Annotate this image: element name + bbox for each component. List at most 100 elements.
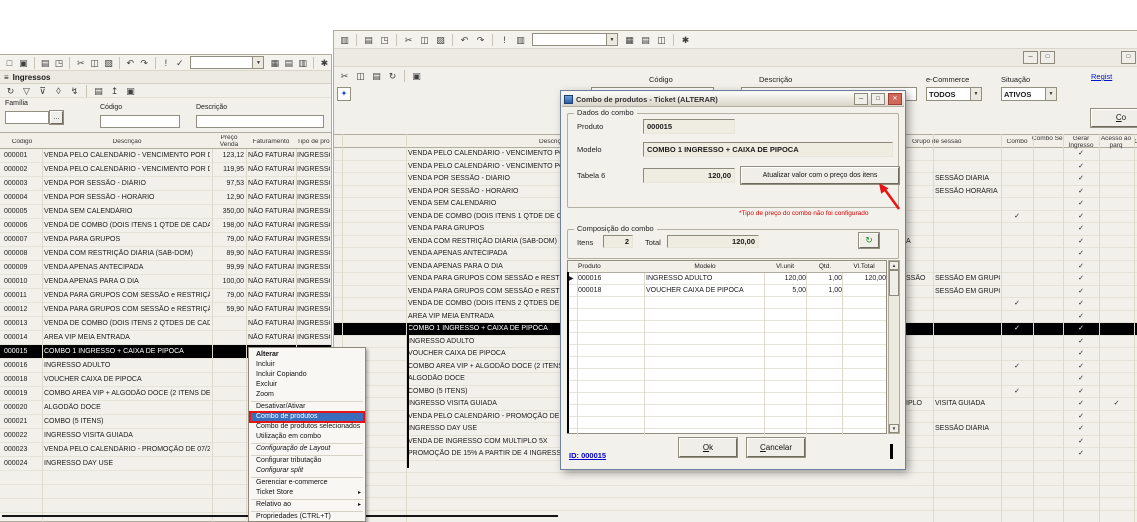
product-row[interactable]: 000004VENDA POR SESSÃO - HORÁRIO12,90NÃO… — [0, 191, 331, 205]
descricao-input[interactable] — [196, 115, 324, 128]
print-icon[interactable]: ▤ — [361, 33, 376, 47]
product-row[interactable]: 000009VENDA APENAS ANTECIPADA99,99NÃO FA… — [0, 261, 331, 275]
restore-icon[interactable]: □ — [1040, 51, 1055, 64]
form-view-icon[interactable]: ▥ — [337, 33, 352, 47]
column-header-combo[interactable]: Combo — [1001, 139, 1033, 146]
record-id-link[interactable]: ID: 000015 — [569, 451, 606, 460]
familia-input[interactable] — [5, 111, 49, 124]
settings-icon[interactable]: ✱ — [678, 33, 693, 47]
refresh-icon[interactable]: ↻ — [385, 69, 400, 83]
grid-view-icon[interactable]: ▦ — [622, 33, 637, 47]
situacao-select[interactable]: ATIVOS ▼ — [1001, 87, 1057, 101]
new-icon[interactable]: □ — [3, 56, 16, 70]
undo-icon[interactable]: ↶ — [124, 56, 137, 70]
menu-item[interactable]: Configuração de Layout — [249, 444, 365, 454]
menu-item[interactable]: Relativo ao▸ — [249, 500, 365, 510]
column-header-qtd[interactable]: Qtd. — [808, 263, 842, 270]
cut-icon[interactable]: ✂ — [337, 69, 352, 83]
menu-item[interactable]: Propriedades (CTRL+T) — [249, 512, 365, 522]
copy-icon[interactable]: ◫ — [353, 69, 368, 83]
erase-icon[interactable]: ◊ — [51, 84, 66, 98]
column-header-combo-sel[interactable]: Combo Sel — [1031, 136, 1065, 143]
recalculate-icon[interactable]: ↻ — [859, 233, 879, 248]
update-price-button[interactable]: Atualizar valor com o preço dos itens — [741, 167, 899, 184]
shortcut-icon[interactable]: ✦ — [337, 87, 351, 101]
product-row[interactable]: 000014AREA VIP MEIA ENTRADANÃO FATURARIN… — [0, 331, 331, 345]
ok-button[interactable]: Ok — [679, 438, 737, 457]
product-row[interactable]: 000008VENDA COM RESTRIÇÃO DIÁRIA (SAB-DO… — [0, 247, 331, 261]
toolbar-combobox[interactable]: ▼ — [532, 33, 618, 46]
filter-icon[interactable]: ▽ — [19, 84, 34, 98]
column-header-cut[interactable]: C — [1133, 139, 1137, 146]
restore-icon[interactable]: □ — [1121, 51, 1136, 64]
produto-value[interactable]: 000015 — [643, 119, 735, 134]
menu-item[interactable]: Ticket Store▸ — [249, 488, 365, 498]
print-icon[interactable]: ▤ — [91, 84, 106, 98]
redo-icon[interactable]: ↷ — [138, 56, 151, 70]
column-header-faturamento[interactable]: Faturamento — [248, 139, 294, 146]
grid-view-icon[interactable]: ▦ — [268, 56, 281, 70]
list-view-icon[interactable]: ▤ — [638, 33, 653, 47]
column-header-descricao[interactable]: Descrição — [42, 139, 212, 146]
menu-item[interactable]: Combo de produtos — [249, 412, 365, 422]
cut-icon[interactable]: ✂ — [74, 56, 87, 70]
copy-icon[interactable]: ◫ — [417, 33, 432, 47]
refresh-icon[interactable]: ↻ — [3, 84, 18, 98]
cut-icon[interactable]: ✂ — [401, 33, 416, 47]
modelo-value[interactable]: COMBO 1 INGRESSO + CAIXA DE PIPOCA — [643, 142, 893, 157]
column-header-modelo[interactable]: Modelo — [646, 263, 764, 270]
cancel-button[interactable]: Cancelar — [747, 438, 805, 457]
close-icon[interactable]: ✕ — [888, 93, 902, 105]
split-view-icon[interactable]: ◫ — [654, 33, 669, 47]
codigo-input[interactable] — [100, 115, 180, 128]
product-row[interactable]: 000010VENDA APENAS PARA O DIA100,00NÃO F… — [0, 275, 331, 289]
product-row[interactable]: 000006VENDA DE COMBO (DOIS ITENS 1 QTDE … — [0, 219, 331, 233]
menu-item[interactable]: Alterar — [249, 350, 365, 360]
print-preview-icon[interactable]: ◳ — [377, 33, 392, 47]
product-row[interactable]: 000013VENDA DE COMBO (DOIS ITENS 2 QTDES… — [0, 317, 331, 331]
familia-lookup-button[interactable]: … — [50, 111, 63, 124]
filter-clear-icon[interactable]: ⊽ — [35, 84, 50, 98]
toolbar-combobox[interactable]: ▼ — [190, 56, 264, 69]
scrollbar-thumb[interactable] — [889, 270, 899, 296]
menu-item[interactable]: Incluir — [249, 360, 365, 370]
paste-icon[interactable]: ▨ — [433, 33, 448, 47]
dialog-title-bar[interactable]: Combo de produtos - Ticket (ALTERAR) ─ □… — [562, 92, 904, 107]
column-header-vltotal[interactable]: Vl.Total — [842, 263, 886, 270]
save-icon[interactable]: ▣ — [17, 56, 30, 70]
product-row[interactable]: 000002VENDA PELO CALENDÁRIO - VENCIMENTO… — [0, 163, 331, 177]
minimize-icon[interactable]: ─ — [1023, 51, 1038, 64]
product-row[interactable]: 000012VENDA PARA GRUPOS COM SESSÃO e RES… — [0, 303, 331, 317]
product-row[interactable]: 000001VENDA PELO CALENDÁRIO - VENCIMENTO… — [0, 149, 331, 163]
chevron-down-icon[interactable]: ▼ — [1045, 88, 1056, 100]
menu-item[interactable]: Configurar tributação — [249, 456, 365, 466]
ecommerce-select[interactable]: TODOS ▼ — [926, 87, 982, 101]
column-header-tipo[interactable]: Tipo de pro — [297, 139, 331, 146]
column-header-vlunit[interactable]: Vl.unit — [764, 263, 806, 270]
paste-icon[interactable]: ▨ — [102, 56, 115, 70]
minimize-icon[interactable]: ─ — [854, 93, 868, 105]
menu-item[interactable]: Combo de produtos selecionados — [249, 422, 365, 432]
undo-icon[interactable]: ↶ — [457, 33, 472, 47]
column-header-grupo-sessao[interactable]: Grupo de sessão — [912, 139, 1002, 146]
menu-item[interactable]: Excluir — [249, 380, 365, 390]
save-icon[interactable]: ▣ — [409, 69, 424, 83]
maximize-icon[interactable]: □ — [871, 93, 885, 105]
chevron-down-icon[interactable]: ▼ — [970, 88, 981, 100]
warning-icon[interactable]: ! — [159, 56, 172, 70]
scroll-down-icon[interactable]: ▼ — [889, 424, 899, 433]
settings-icon[interactable]: ✱ — [318, 56, 331, 70]
column-header-produto[interactable]: Produto — [578, 263, 642, 270]
menu-item[interactable]: Gerenciar e-commerce — [249, 478, 365, 488]
menu-item[interactable]: Zoom — [249, 390, 365, 400]
product-row[interactable]: 000007VENDA PARA GRUPOS79,00NÃO FATURARI… — [0, 233, 331, 247]
form-view-icon[interactable]: ▤ — [282, 56, 295, 70]
chart-icon[interactable]: ▥ — [296, 56, 309, 70]
warning-icon[interactable]: ! — [497, 33, 512, 47]
menu-item[interactable]: Utilização em combo — [249, 432, 365, 442]
scroll-up-icon[interactable]: ▲ — [889, 261, 899, 270]
combo-item-row[interactable]: ▶000016INGRESSO ADULTO120,001,00120,00 — [568, 273, 886, 285]
confirm-icon[interactable]: ✓ — [173, 56, 186, 70]
menu-item[interactable]: Configurar split — [249, 466, 365, 476]
print-preview-icon[interactable]: ◳ — [53, 56, 66, 70]
